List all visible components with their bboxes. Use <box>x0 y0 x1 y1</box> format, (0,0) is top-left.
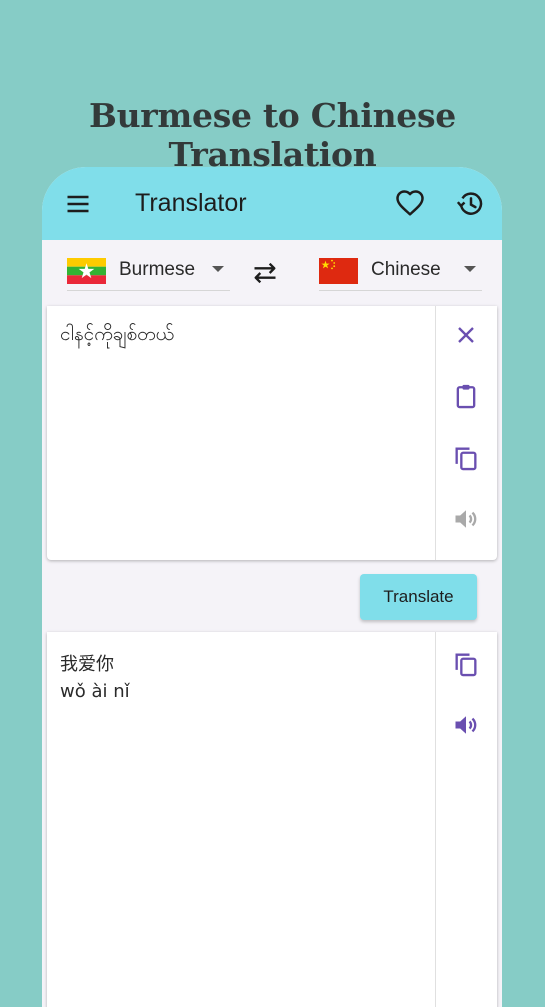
copy-icon[interactable] <box>452 444 480 472</box>
toolbar-divider <box>435 632 436 1007</box>
chevron-down-icon <box>212 266 224 272</box>
app-title: Translator <box>135 189 247 217</box>
translation-text: 我爱你 <box>60 654 114 675</box>
close-icon[interactable] <box>452 321 480 349</box>
phone-screen: Translator Burmese Chinese ငါနင့်ကိုချစ်… <box>42 167 502 1007</box>
promo-title: Burmese to Chinese Translation <box>89 96 456 174</box>
target-language-label: Chinese <box>371 259 441 280</box>
volume-icon[interactable] <box>452 711 480 739</box>
chevron-down-icon <box>464 266 476 272</box>
myanmar-flag <box>67 258 106 284</box>
source-language-dropdown[interactable]: Burmese <box>67 254 230 291</box>
translation-output-card: 我爱你 wǒ ài nǐ <box>47 632 497 1007</box>
source-language-label: Burmese <box>119 259 196 280</box>
swap-arrows-icon[interactable] <box>251 259 279 287</box>
menu-icon[interactable] <box>64 190 92 218</box>
translate-button[interactable]: Translate <box>360 574 477 620</box>
toolbar-divider <box>435 306 436 560</box>
romanization-text: wǒ ài nǐ <box>60 681 130 702</box>
app-bar: Translator <box>42 167 502 240</box>
copy-icon[interactable] <box>452 650 480 678</box>
source-text-card: ငါနင့်ကိုချစ်တယ် <box>47 306 497 560</box>
language-selector-row: Burmese Chinese <box>42 240 502 306</box>
china-flag <box>319 258 358 284</box>
target-language-dropdown[interactable]: Chinese <box>319 254 482 291</box>
volume-icon[interactable] <box>452 505 480 533</box>
source-text-input[interactable]: ငါနင့်ကိုချစ်တယ် <box>60 322 174 350</box>
clipboard-icon[interactable] <box>452 382 480 410</box>
heart-outline-icon[interactable] <box>395 189 425 219</box>
history-icon[interactable] <box>456 189 486 219</box>
